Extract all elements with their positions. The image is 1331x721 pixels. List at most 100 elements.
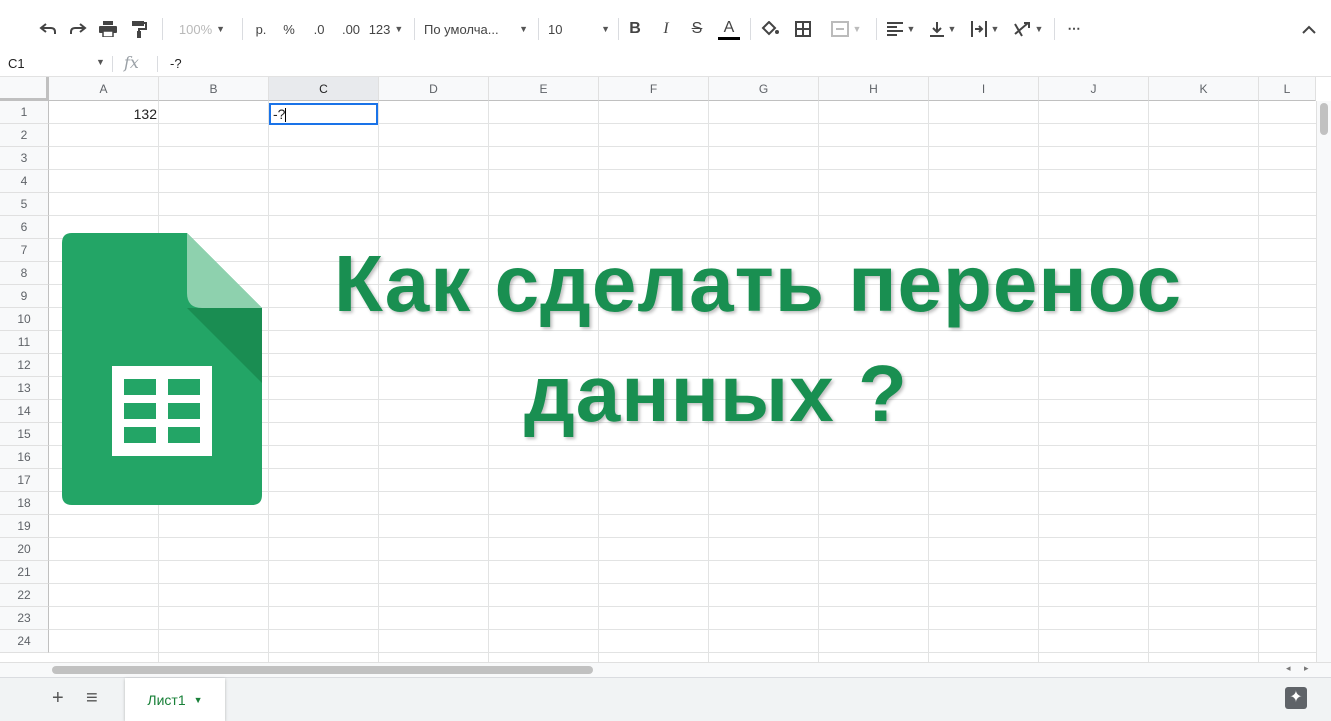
chevron-down-icon: ▼ [601, 24, 610, 34]
vertical-scroll-thumb[interactable] [1320, 103, 1328, 135]
toolbar-divider [618, 18, 619, 40]
row-header[interactable]: 17 [0, 469, 49, 492]
name-box[interactable]: C1 [8, 56, 25, 71]
column-header[interactable]: E [489, 77, 599, 101]
cell-c1-value: -? [273, 106, 286, 122]
headline-line1: Как сделать перенос [334, 239, 1183, 328]
text-rotation-icon[interactable]: ▼ [1010, 16, 1046, 42]
add-sheet-button[interactable]: + [52, 687, 64, 710]
vertical-align-icon[interactable]: ▼ [926, 16, 960, 42]
row-header[interactable]: 18 [0, 492, 49, 515]
font-size-select[interactable]: 10 ▼ [548, 16, 610, 42]
row-header[interactable]: 11 [0, 331, 49, 354]
row-header[interactable]: 24 [0, 630, 49, 653]
merge-cells-icon[interactable]: ▼ [823, 16, 869, 42]
font-family-select[interactable]: По умолча... ▼ [424, 16, 528, 42]
zoom-select[interactable]: 100% ▼ [170, 16, 234, 42]
sheet-bar: + ≡ Лист1 ▼ ✦ [0, 677, 1331, 721]
text-color-swatch [718, 36, 740, 40]
chevron-down-icon: ▼ [519, 24, 528, 34]
chevron-down-icon: ▼ [852, 24, 862, 34]
row-header[interactable]: 15 [0, 423, 49, 446]
row-header[interactable]: 6 [0, 216, 49, 239]
column-header[interactable]: G [709, 77, 819, 101]
vertical-scrollbar[interactable] [1316, 101, 1331, 662]
increase-decimal-button[interactable]: .00 [337, 16, 365, 42]
row-header[interactable]: 5 [0, 193, 49, 216]
print-icon[interactable] [96, 16, 120, 42]
cell-a1[interactable]: 132 [49, 103, 157, 125]
row-header[interactable]: 10 [0, 308, 49, 331]
chevron-down-icon: ▼ [906, 24, 916, 34]
column-header[interactable]: C [269, 77, 379, 101]
formula-bar: C1 ▼ fx -? [0, 52, 1331, 77]
column-header[interactable]: L [1259, 77, 1316, 101]
column-header[interactable]: K [1149, 77, 1259, 101]
fill-color-icon[interactable] [758, 16, 782, 42]
text-cursor [285, 108, 287, 123]
row-header[interactable]: 16 [0, 446, 49, 469]
horizontal-scroll-thumb[interactable] [52, 666, 593, 674]
chevron-down-icon: ▼ [394, 24, 404, 34]
column-header[interactable]: I [929, 77, 1039, 101]
borders-icon[interactable] [791, 16, 815, 42]
column-header[interactable]: B [159, 77, 269, 101]
redo-icon[interactable] [66, 16, 90, 42]
toolbar-divider [876, 18, 877, 40]
sheet-tab-label: Лист1 [147, 691, 186, 708]
more-options-icon[interactable]: ⋯ [1062, 16, 1086, 42]
toolbar-divider [538, 18, 539, 40]
chevron-down-icon: ▼ [193, 694, 203, 705]
more-formats-label: 123 [368, 21, 391, 37]
row-header[interactable]: 22 [0, 584, 49, 607]
percent-format-button[interactable]: % [278, 16, 300, 42]
row-header[interactable]: 1 [0, 101, 49, 124]
row-header[interactable]: 12 [0, 354, 49, 377]
toolbar-divider [162, 18, 163, 40]
row-header[interactable]: 8 [0, 262, 49, 285]
collapse-toolbar-icon[interactable] [1298, 16, 1320, 42]
column-header[interactable]: F [599, 77, 709, 101]
more-formats-button[interactable]: 123 ▼ [368, 16, 404, 42]
toolbar-divider [414, 18, 415, 40]
row-header[interactable]: 14 [0, 400, 49, 423]
bold-button[interactable]: B [624, 16, 646, 42]
font-family-label: По умолча... [424, 21, 499, 37]
horizontal-align-icon[interactable]: ▼ [884, 16, 918, 42]
strikethrough-button[interactable]: S [686, 16, 708, 42]
scroll-left-icon[interactable]: ◂ [1286, 663, 1291, 674]
row-header[interactable]: 13 [0, 377, 49, 400]
column-header[interactable]: H [819, 77, 929, 101]
row-header[interactable]: 21 [0, 561, 49, 584]
row-header[interactable]: 4 [0, 170, 49, 193]
paint-format-icon[interactable] [127, 16, 151, 42]
text-wrap-icon[interactable]: ▼ [968, 16, 1002, 42]
row-header[interactable]: 3 [0, 147, 49, 170]
scroll-right-icon[interactable]: ▸ [1304, 663, 1309, 674]
horizontal-scrollbar[interactable]: ◂ ▸ [0, 662, 1331, 677]
formula-input[interactable]: -? [170, 56, 182, 71]
chevron-down-icon[interactable]: ▼ [96, 57, 105, 67]
row-header[interactable]: 23 [0, 607, 49, 630]
zoom-label: 100% [178, 21, 213, 37]
row-header[interactable]: 20 [0, 538, 49, 561]
select-all-corner[interactable] [0, 77, 49, 101]
italic-button[interactable]: I [655, 16, 677, 42]
chevron-down-icon: ▼ [990, 24, 1000, 34]
column-header[interactable]: A [49, 77, 159, 101]
row-header[interactable]: 7 [0, 239, 49, 262]
text-color-button[interactable]: A [716, 16, 742, 42]
row-header[interactable]: 2 [0, 124, 49, 147]
cell-c1-active[interactable]: -? [269, 103, 378, 125]
row-header[interactable]: 9 [0, 285, 49, 308]
sheet-tab[interactable]: Лист1 ▼ [125, 678, 225, 721]
undo-icon[interactable] [36, 16, 60, 42]
currency-format-button[interactable]: р. [250, 16, 272, 42]
decrease-decimal-button[interactable]: .0 [306, 16, 332, 42]
explore-icon[interactable]: ✦ [1285, 687, 1307, 709]
row-header[interactable]: 19 [0, 515, 49, 538]
column-header[interactable]: J [1039, 77, 1149, 101]
all-sheets-button[interactable]: ≡ [86, 687, 98, 710]
column-header[interactable]: D [379, 77, 489, 101]
headline-line2: данных ? [524, 349, 908, 438]
